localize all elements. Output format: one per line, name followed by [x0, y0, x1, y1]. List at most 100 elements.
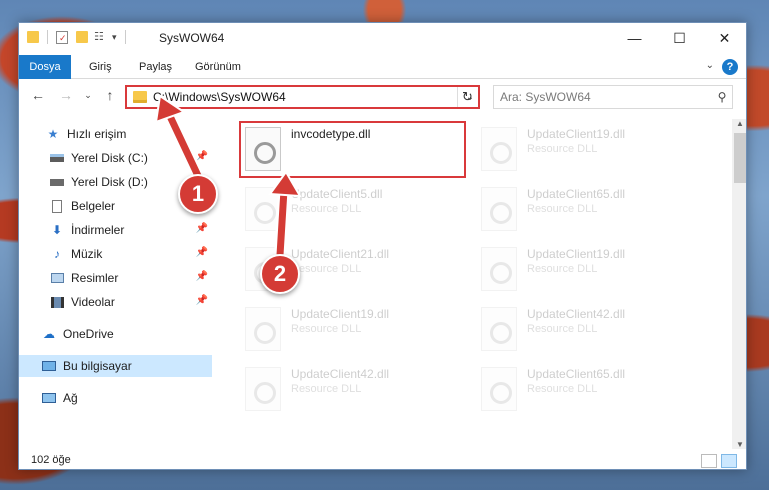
folder-icon: [133, 91, 147, 103]
address-path[interactable]: C:\Windows\SysWOW64: [153, 90, 462, 104]
close-button[interactable]: ✕: [702, 23, 746, 53]
file-name: UpdateClient42.dll: [527, 307, 626, 321]
file-item[interactable]: UpdateClient19.dll Resource DLL: [481, 127, 711, 183]
navigation-bar: ← → ⌄ ↑ C:\Windows\SysWOW64 ⌄ ↻ Ara: Sys…: [19, 81, 746, 113]
scroll-up-icon[interactable]: ▲: [732, 119, 746, 128]
recent-locations-icon[interactable]: ⌄: [79, 90, 97, 101]
scroll-down-icon[interactable]: ▼: [732, 440, 746, 449]
dll-file-icon: [245, 307, 281, 351]
large-icons-view-icon[interactable]: [721, 454, 737, 468]
up-arrow-icon[interactable]: ↑: [101, 87, 119, 103]
sidebar-item-this-pc[interactable]: Bu bilgisayar: [19, 355, 212, 377]
sidebar-item-label: Yerel Disk (D:): [71, 175, 148, 189]
sidebar-item-label: Videolar: [71, 295, 115, 309]
file-name: UpdateClient65.dll: [527, 187, 626, 201]
window-title: SysWOW64: [159, 31, 225, 45]
item-count: 102 öğe: [31, 454, 71, 466]
dll-file-icon: [245, 187, 281, 231]
new-folder-icon[interactable]: [76, 31, 88, 43]
dll-file-icon: [481, 187, 517, 231]
file-type: Resource DLL: [291, 263, 362, 275]
file-item[interactable]: UpdateClient65.dll Resource DLL: [481, 367, 711, 423]
maximize-button[interactable]: ☐: [657, 23, 702, 53]
sidebar-item-videos[interactable]: Videolar 📌: [19, 291, 212, 313]
ribbon-tabs: Dosya Giriş Paylaş Görünüm ⌄ ?: [19, 55, 746, 79]
tab-home[interactable]: Giriş: [81, 55, 120, 79]
sidebar-item-label: İndirmeler: [71, 223, 125, 237]
sidebar-item-music[interactable]: ♪ Müzik 📌: [19, 243, 212, 265]
details-view-icon[interactable]: [701, 454, 717, 468]
title-bar: ✓ ☷ ▾ SysWOW64 — ☐ ✕: [19, 23, 746, 53]
file-highlight-box: [239, 121, 466, 178]
file-explorer-window: ✓ ☷ ▾ SysWOW64 — ☐ ✕ Dosya Giriş Paylaş …: [18, 22, 747, 470]
cloud-icon: ☁: [43, 327, 55, 341]
tab-share[interactable]: Paylaş: [131, 55, 180, 79]
file-name: UpdateClient21.dll: [291, 247, 390, 261]
chevron-down-icon[interactable]: ⌄: [706, 60, 714, 71]
sidebar-item-label: Yerel Disk (C:): [71, 151, 148, 165]
help-icon[interactable]: ?: [722, 59, 738, 75]
address-bar[interactable]: C:\Windows\SysWOW64 ⌄: [125, 85, 480, 109]
download-icon: ⬇: [51, 223, 63, 237]
file-name: UpdateClient19.dll: [291, 307, 390, 321]
step-2-badge: 2: [260, 254, 300, 294]
separator: [47, 30, 48, 44]
file-type: Resource DLL: [527, 203, 598, 215]
properties-icon[interactable]: ✓: [56, 30, 68, 44]
search-box[interactable]: Ara: SysWOW64 ⚲: [493, 85, 733, 109]
file-name: UpdateClient19.dll: [527, 127, 626, 141]
pin-icon: 📌: [195, 247, 208, 258]
quick-access-toolbar: ✓ ☷ ▾: [27, 30, 126, 44]
pictures-icon: [49, 271, 65, 285]
chevron-down-icon[interactable]: ▾: [112, 32, 117, 43]
vertical-scrollbar[interactable]: ▲ ▼: [732, 119, 746, 449]
forward-arrow-icon[interactable]: →: [57, 87, 75, 103]
sidebar-item-downloads[interactable]: ⬇ İndirmeler 📌: [19, 219, 212, 241]
file-type: Resource DLL: [291, 323, 362, 335]
sidebar-item-network[interactable]: Ağ: [19, 387, 212, 409]
file-type: Resource DLL: [527, 143, 598, 155]
sidebar-item-label: Hızlı erişim: [67, 127, 127, 141]
sidebar-item-quick-access[interactable]: ★ Hızlı erişim: [19, 123, 212, 145]
tab-view[interactable]: Görünüm: [187, 55, 249, 79]
navigation-pane: ★ Hızlı erişim Yerel Disk (C:) 📌 Yerel D…: [19, 119, 212, 449]
back-arrow-icon[interactable]: ←: [29, 87, 47, 103]
dll-file-icon: [481, 367, 517, 411]
file-type: Resource DLL: [527, 323, 598, 335]
minimize-button[interactable]: —: [612, 23, 657, 53]
music-icon: ♪: [54, 247, 60, 261]
file-type: Resource DLL: [527, 263, 598, 275]
sidebar-item-label: Ağ: [63, 391, 78, 405]
search-input[interactable]: Ara: SysWOW64: [500, 90, 712, 104]
file-item[interactable]: UpdateClient65.dll Resource DLL: [481, 187, 711, 243]
sidebar-item-label: Resimler: [71, 271, 119, 285]
pin-icon: 📌: [195, 151, 208, 162]
file-item[interactable]: UpdateClient19.dll Resource DLL: [245, 307, 475, 363]
star-icon: ★: [47, 127, 59, 141]
tab-file[interactable]: Dosya: [19, 55, 71, 79]
video-icon: [49, 295, 65, 309]
folder-icon: [27, 31, 39, 43]
file-type: Resource DLL: [527, 383, 598, 395]
pin-icon: 📌: [195, 271, 208, 282]
search-icon[interactable]: ⚲: [712, 90, 732, 104]
sidebar-item-label: Bu bilgisayar: [63, 359, 132, 373]
file-item[interactable]: UpdateClient42.dll Resource DLL: [245, 367, 475, 423]
refresh-icon[interactable]: ↻: [457, 87, 477, 107]
file-item[interactable]: UpdateClient5.dll Resource DLL: [245, 187, 475, 243]
file-item[interactable]: UpdateClient19.dll Resource DLL: [481, 247, 711, 303]
sidebar-item-disk-c[interactable]: Yerel Disk (C:) 📌: [19, 147, 212, 169]
file-item[interactable]: UpdateClient42.dll Resource DLL: [481, 307, 711, 363]
dll-file-icon: [481, 247, 517, 291]
separator: [124, 30, 126, 44]
file-name: UpdateClient5.dll: [291, 187, 383, 201]
file-type: Resource DLL: [291, 383, 362, 395]
scrollbar-thumb[interactable]: [734, 133, 746, 183]
status-bar: 102 öğe: [19, 451, 746, 469]
customize-icon[interactable]: ☷: [94, 30, 108, 44]
sidebar-item-onedrive[interactable]: ☁ OneDrive: [19, 323, 212, 345]
pin-icon: 📌: [195, 223, 208, 234]
sidebar-item-pictures[interactable]: Resimler 📌: [19, 267, 212, 289]
computer-icon: [41, 359, 57, 373]
drive-icon: [49, 151, 65, 165]
